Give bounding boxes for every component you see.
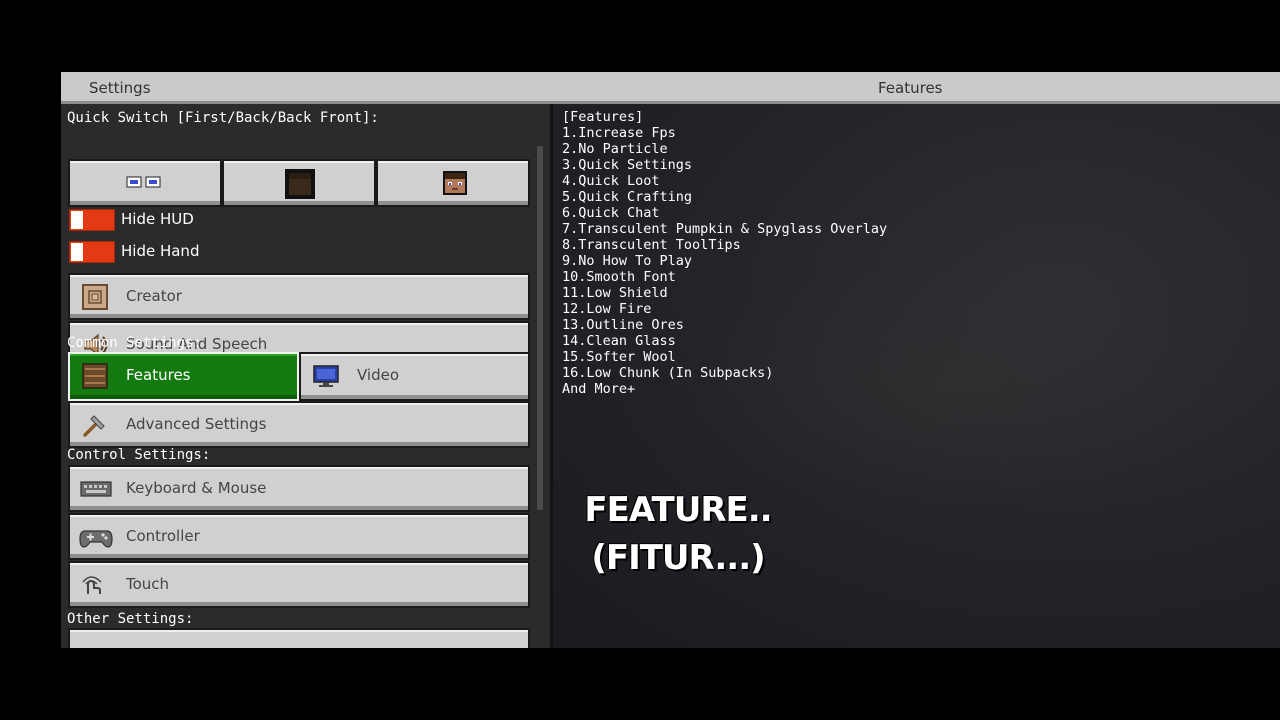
- features-title: Features: [878, 79, 943, 97]
- toggle-knob: [71, 211, 83, 229]
- hide-hud-toggle[interactable]: [69, 209, 115, 231]
- overlay-caption-line1: FEATURE..: [584, 490, 772, 530]
- toggle-knob: [71, 243, 83, 261]
- feature-line: 10.Smooth Font: [562, 269, 676, 285]
- control-settings-label: Control Settings:: [67, 447, 211, 463]
- touch-icon: [82, 576, 102, 594]
- hammer-icon: [83, 415, 105, 437]
- feature-line: 5.Quick Crafting: [562, 189, 693, 205]
- player-back-icon: [285, 169, 315, 199]
- keyboard-mouse-button[interactable]: Keyboard & Mouse: [68, 465, 530, 512]
- other-settings-label: Other Settings:: [67, 611, 194, 627]
- creator-icon: [82, 284, 108, 310]
- quick-switch-front-button[interactable]: [376, 159, 530, 207]
- quick-switch-back-button[interactable]: [222, 159, 376, 207]
- feature-line: And More+: [562, 381, 636, 397]
- feature-line: 1.Increase Fps: [562, 125, 676, 141]
- features-list: [Features] 1.Increase Fps 2.No Particle …: [562, 109, 887, 397]
- feature-line: 8.Transculent ToolTips: [562, 237, 741, 253]
- controller-button[interactable]: Controller: [68, 513, 530, 560]
- advanced-settings-button[interactable]: Advanced Settings: [68, 401, 530, 448]
- monitor-icon: [313, 365, 339, 387]
- features-tab-button[interactable]: Features: [68, 352, 299, 401]
- common-settings-label: Common Settings:: [67, 335, 202, 351]
- feature-line: 14.Clean Glass: [562, 333, 676, 349]
- feature-line: 4.Quick Loot: [562, 173, 660, 189]
- settings-title: Settings: [89, 79, 151, 97]
- hide-hand-label: Hide Hand: [121, 242, 200, 260]
- features-panel: [Features] 1.Increase Fps 2.No Particle …: [553, 104, 1280, 648]
- bookshelf-icon: [82, 363, 108, 389]
- quick-switch-label: Quick Switch [First/Back/Back Front]:: [67, 110, 379, 126]
- player-front-icon: [443, 171, 467, 195]
- creator-button[interactable]: Creator: [68, 273, 530, 320]
- feature-line: 2.No Particle: [562, 141, 668, 157]
- feature-line: 11.Low Shield: [562, 285, 668, 301]
- feature-line: 13.Outline Ores: [562, 317, 684, 333]
- quick-switch-first-person-button[interactable]: [68, 159, 222, 207]
- feature-line: [Features]: [562, 109, 644, 125]
- feature-line: 15.Softer Wool: [562, 349, 676, 365]
- feature-line: 12.Low Fire: [562, 301, 652, 317]
- feature-line: 16.Low Chunk (In Subpacks): [562, 365, 774, 381]
- controller-label: Controller: [126, 527, 200, 545]
- overlay-caption-line2: (FITUR...): [591, 538, 765, 578]
- keyboard-mouse-label: Keyboard & Mouse: [126, 479, 267, 497]
- hide-hud-label: Hide HUD: [121, 210, 194, 228]
- perspective-icon: [126, 176, 161, 188]
- feature-line: 7.Transculent Pumpkin & Spyglass Overlay: [562, 221, 888, 237]
- keyboard-icon: [80, 481, 112, 497]
- settings-sidebar[interactable]: Quick Switch [First/Back/Back Front]: Hi…: [61, 104, 550, 648]
- feature-line: 3.Quick Settings: [562, 157, 693, 173]
- touch-button[interactable]: Touch: [68, 561, 530, 608]
- advanced-settings-label: Advanced Settings: [126, 415, 267, 433]
- controller-icon: [79, 530, 113, 548]
- touch-label: Touch: [126, 575, 170, 593]
- sidebar-scrollbar[interactable]: [537, 146, 543, 510]
- title-bar: Settings Features: [61, 72, 1280, 104]
- video-tab-button[interactable]: Video: [299, 352, 530, 401]
- video-label: Video: [357, 366, 400, 384]
- creator-label: Creator: [126, 287, 182, 305]
- feature-line: 6.Quick Chat: [562, 205, 660, 221]
- feature-line: 9.No How To Play: [562, 253, 693, 269]
- settings-screen: Settings Features Quick Switch [First/Ba…: [61, 72, 1280, 648]
- hide-hand-toggle[interactable]: [69, 241, 115, 263]
- features-label: Features: [126, 366, 191, 384]
- partial-hidden-button[interactable]: [68, 628, 530, 648]
